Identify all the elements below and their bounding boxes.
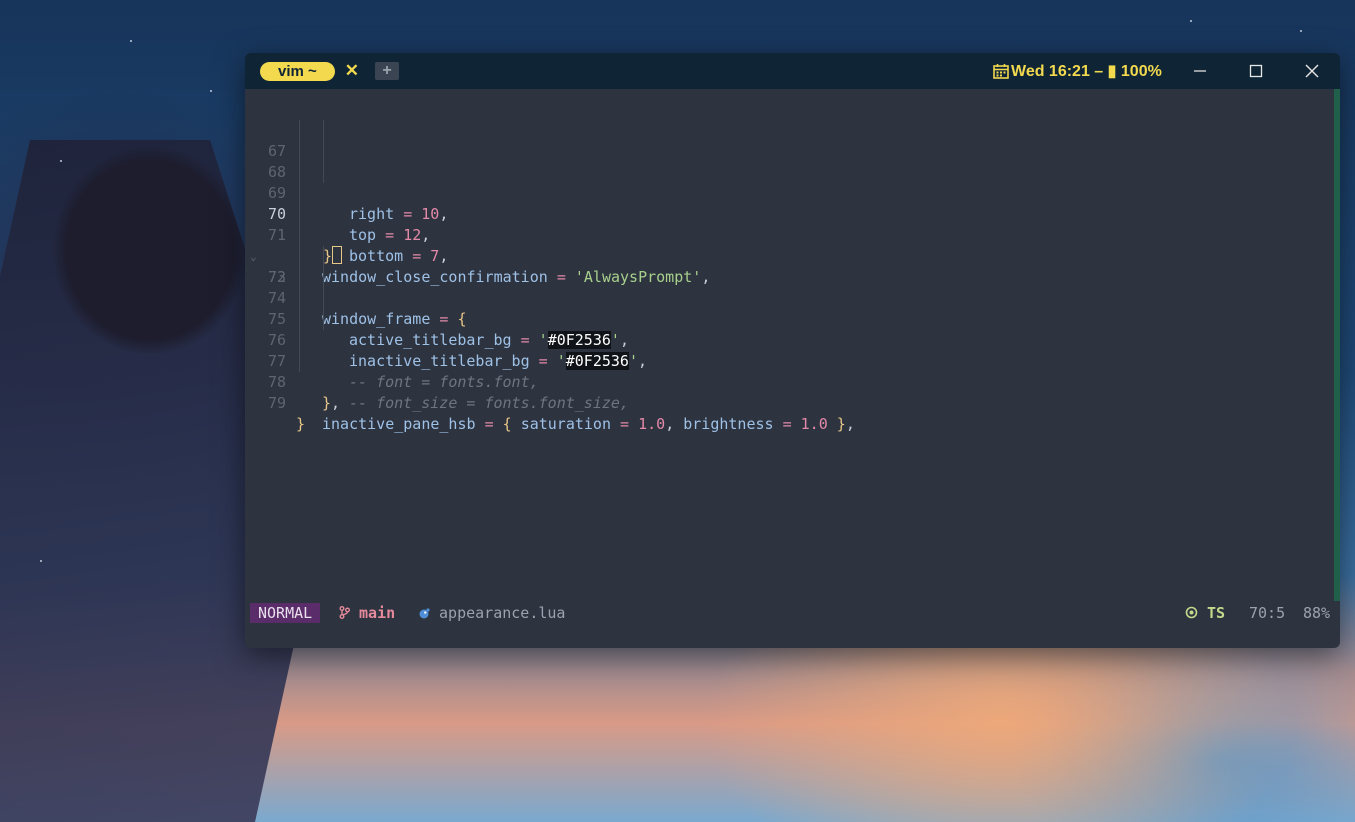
star: [40, 560, 42, 562]
vim-statusline: NORMAL main appearance.lua TS 70:5 88%: [245, 603, 1340, 623]
code-line: 68 top = 12,: [245, 141, 1335, 244]
indent-guide: [299, 183, 300, 204]
lua-file-icon: [419, 608, 430, 619]
indent-guide: [299, 120, 300, 141]
tab-close-button[interactable]: ✕: [345, 61, 359, 81]
scroll-percent: 88%: [1303, 604, 1331, 622]
indent-guide: [299, 267, 300, 288]
star: [210, 90, 212, 92]
code-line: 73 active_titlebar_bg = '#0F2536',: [245, 246, 1335, 349]
close-button[interactable]: [1284, 53, 1340, 89]
git-branch: main: [339, 603, 395, 623]
code-text: },: [322, 394, 341, 412]
file-name-text: appearance.lua: [439, 604, 566, 622]
code-line: 79 }: [245, 372, 1335, 433]
treesitter-label: TS: [1207, 604, 1226, 622]
maximize-button[interactable]: [1228, 53, 1284, 89]
indent-guide: [299, 204, 300, 225]
calendar-icon: [993, 64, 1009, 79]
indent-guide: [299, 330, 300, 351]
indent-guide: [323, 162, 324, 183]
indent-guide: [323, 267, 324, 288]
indent-guide: [323, 141, 324, 162]
code-line: 75 -- font = fonts.font,: [245, 288, 1335, 391]
minimize-button[interactable]: [1172, 53, 1228, 89]
git-branch-name: main: [359, 604, 396, 622]
mode-indicator: NORMAL: [250, 603, 321, 623]
code-comment: -- font_size = fonts.font_size,: [349, 394, 629, 412]
indent-guide: [323, 309, 324, 330]
code-line: 69 bottom = 7,: [245, 162, 1335, 265]
indent-guide: [299, 141, 300, 162]
file-name: appearance.lua: [419, 603, 565, 623]
indent-guide: [299, 351, 300, 372]
indent-guide: [299, 309, 300, 330]
code-line: 71 window_close_confirmation = 'AlwaysPr…: [245, 204, 1335, 286]
treesitter-status: TS: [1185, 603, 1225, 623]
star: [1190, 20, 1192, 22]
indent-guide: [299, 162, 300, 183]
code-line: ⌄ 72 window_frame = {: [245, 225, 1335, 328]
code-line: 70 }: [245, 183, 1335, 265]
scrollbar[interactable]: [1334, 89, 1340, 601]
indent-guide: [323, 246, 324, 267]
indent-guide: [323, 288, 324, 309]
treesitter-icon: [1185, 606, 1198, 619]
code-line: 77 },: [245, 330, 1335, 412]
code-line: 76 -- font_size = fonts.font_size,: [245, 309, 1335, 412]
indent-guide: [299, 225, 300, 246]
maximize-icon: [1249, 64, 1263, 78]
indent-guide: [299, 246, 300, 267]
minimize-icon: [1194, 70, 1206, 72]
close-icon: [1305, 64, 1319, 78]
star: [1300, 30, 1302, 32]
code-line: 74 inactive_titlebar_bg = '#0F2536',: [245, 267, 1335, 370]
code-line: 78 inactive_pane_hsb = { saturation = 1.…: [245, 351, 1335, 433]
new-tab-button[interactable]: +: [375, 62, 400, 80]
tab-vim[interactable]: vim ~: [260, 61, 335, 81]
status-clock-battery: Wed 16:21 – ▮ 100%: [993, 53, 1162, 89]
title-bar[interactable]: vim ~ ✕ + Wed 16:21 – ▮ 100%: [245, 53, 1340, 89]
star: [60, 160, 62, 162]
code-text: }: [296, 415, 306, 433]
terminal-window: vim ~ ✕ + Wed 16:21 – ▮ 100% 67 right = …: [245, 53, 1340, 648]
clock-battery-text: Wed 16:21 – ▮ 100%: [1011, 63, 1162, 80]
indent-guide: [323, 120, 324, 141]
code-text: inactive_pane_hsb = { saturation = 1.0, …: [322, 415, 855, 433]
star: [130, 40, 132, 42]
cursor-position: 70:5: [1249, 604, 1286, 622]
code-line: 67 right = 10,: [245, 120, 1335, 223]
git-branch-icon: [339, 606, 350, 619]
line-number: 79: [267, 394, 286, 412]
indent-guide: [299, 288, 300, 309]
editor-buffer[interactable]: 67 right = 10, 68 top = 12, 69 bottom = …: [245, 89, 1340, 599]
